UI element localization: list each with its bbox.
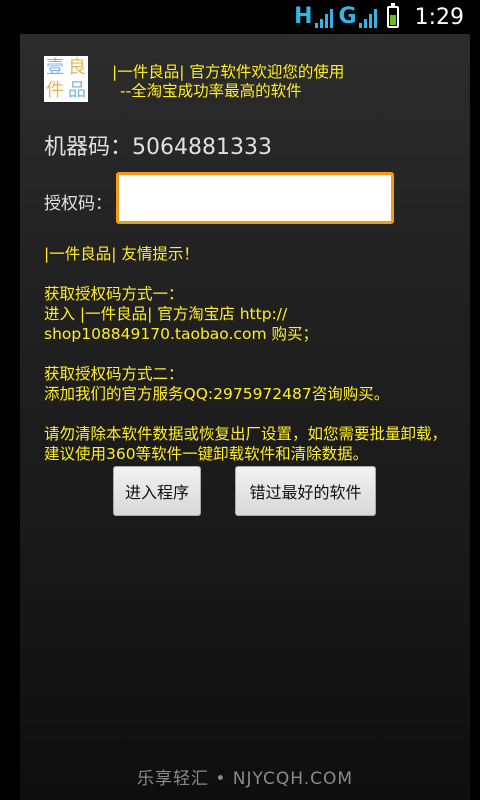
signal-bars-icon	[358, 8, 377, 28]
method1-title: 获取授权码方式一：	[44, 285, 184, 303]
logo-char: 品	[68, 80, 86, 101]
enter-program-button[interactable]: 进入程序	[113, 466, 201, 516]
status-icons: H G 1:29	[294, 0, 464, 34]
machine-code: 机器码：5064881333	[44, 129, 272, 161]
machine-code-label: 机器码：	[44, 135, 133, 160]
tips-panel: |一件良品| 友情提示！ 获取授权码方式一： 进入 |一件良品| 官方淘宝店 h…	[44, 244, 454, 464]
method2-line: 添加我们的官方服务QQ:2975972487咨询购买。	[44, 385, 390, 403]
logo-char: 件	[46, 80, 64, 101]
logo-char: 良	[68, 57, 86, 78]
method1-line: 进入 |一件良品| 官方淘宝店 http://	[44, 305, 288, 323]
watermark: 乐享轻汇 • NJYCQH.COM	[136, 769, 354, 789]
logo-char: 壹	[46, 57, 64, 78]
miss-best-software-button[interactable]: 错过最好的软件	[235, 466, 376, 516]
network-type-label: H	[294, 4, 313, 29]
machine-code-value: 5064881333	[132, 135, 272, 160]
auth-code-label: 授权码：	[44, 194, 112, 214]
network-h-signal-icon: H	[294, 4, 333, 29]
battery-icon	[386, 3, 399, 28]
uninstall-note: 请勿清除本软件数据或恢复出厂设置，如您需要批量卸载，建议使用360等软件一键卸载…	[44, 425, 448, 463]
tips-title: |一件良品| 友情提示！	[44, 245, 199, 263]
network-type-label: G	[338, 4, 357, 29]
method2-title: 获取授权码方式二：	[44, 365, 184, 383]
method1-line: shop108849170.taobao.com 购买；	[44, 325, 318, 343]
app-screen: 壹 良 件 品 |一件良品| 官方软件欢迎您的使用 --全淘宝成功率最高的软件 …	[20, 34, 470, 800]
auth-code-input[interactable]	[116, 172, 394, 224]
status-bar: H G 1:29	[0, 0, 480, 34]
status-time: 1:29	[414, 4, 464, 30]
slogan-text: --全淘宝成功率最高的软件	[120, 82, 302, 100]
app-logo: 壹 良 件 品	[44, 56, 88, 102]
network-g-signal-icon: G	[339, 6, 377, 28]
signal-bars-icon	[314, 8, 333, 28]
